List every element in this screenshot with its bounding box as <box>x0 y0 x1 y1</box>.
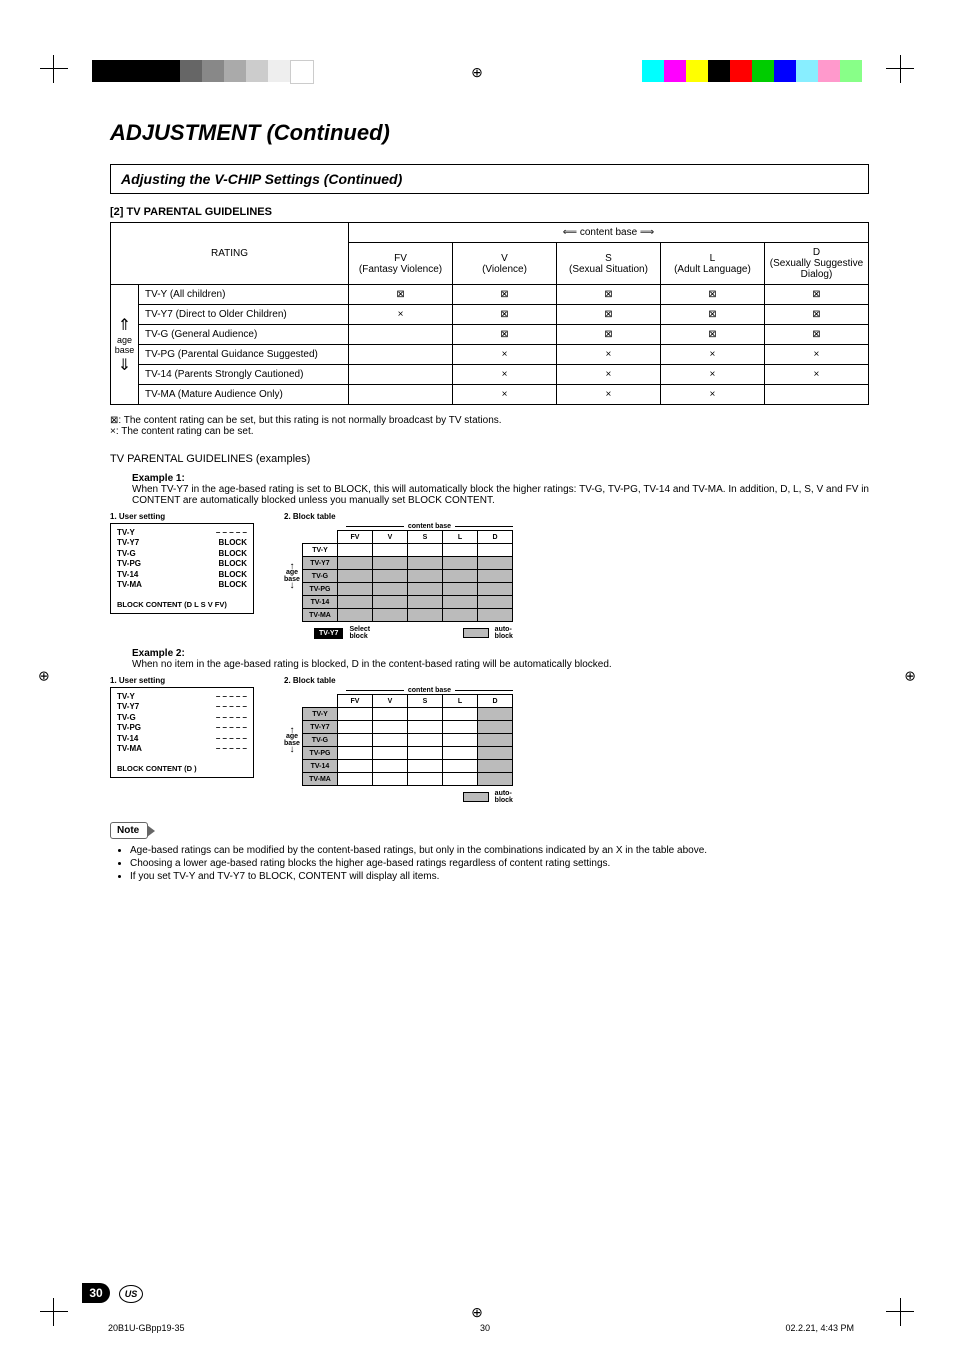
rating-cell: ⊠ <box>453 305 557 325</box>
rating-cell: ⊠ <box>453 325 557 345</box>
rating-cell: ⊠ <box>556 285 660 305</box>
rating-cell: ⊠ <box>660 285 764 305</box>
print-color-strip-left <box>92 60 314 82</box>
table-row: TV-Y7 (Direct to Older Children)×⊠⊠⊠⊠ <box>111 305 869 325</box>
note-label: Note <box>117 825 139 836</box>
rating-cell: × <box>660 345 764 365</box>
print-footer: 20B1U-GBpp19-35 30 02.2.21, 4:43 PM <box>108 1323 854 1333</box>
rating-cell <box>349 385 453 405</box>
example2-body: When no item in the age-based rating is … <box>132 659 869 670</box>
legend: ⊠: The content rating can be set, but th… <box>110 415 869 437</box>
page: ⊕ ⊕ ⊕ ⊕ ADJUSTMENT (Continued) Adjusting… <box>0 0 954 1351</box>
examples-title: TV PARENTAL GUIDELINES (examples) <box>110 453 869 465</box>
footer-file: 20B1U-GBpp19-35 <box>108 1323 185 1333</box>
legend-x: ×: The content rating can be set. <box>110 426 869 437</box>
rating-label: TV-14 (Parents Strongly Cautioned) <box>139 365 349 385</box>
notes-list: Age-based ratings can be modified by the… <box>130 845 869 882</box>
col-d: D(Sexually Suggestive Dialog) <box>764 243 868 285</box>
note-item: If you set TV-Y and TV-Y7 to BLOCK, CONT… <box>130 871 869 882</box>
rating-cell: × <box>556 385 660 405</box>
example2-label: Example 2: <box>132 648 869 659</box>
footer-timestamp: 02.2.21, 4:43 PM <box>785 1323 854 1333</box>
diag2-block-table: content base↑age base↓FVVSLDTV-YTV-Y7TV-… <box>284 687 513 804</box>
rating-label: TV-PG (Parental Guidance Suggested) <box>139 345 349 365</box>
crop-mark-icon <box>886 1298 914 1326</box>
diag1-block-table: content base↑age base↓FVVSLDTV-YTV-Y7TV-… <box>284 523 513 640</box>
content-base-text: content base <box>580 227 637 238</box>
diag1-user-title: 1. User setting <box>110 512 254 521</box>
col-v: V(Violence) <box>453 243 557 285</box>
content-base-header: ⟸ content base ⟹ <box>349 223 869 243</box>
table-row: TV-MA (Mature Audience Only)××× <box>111 385 869 405</box>
diag1-user-box: TV-Y– – – – –TV-Y7BLOCKTV-GBLOCKTV-PGBLO… <box>110 523 254 614</box>
rating-cell: × <box>453 345 557 365</box>
ratings-table: RATING ⟸ content base ⟹ FV(Fantasy Viole… <box>110 222 869 405</box>
diag2-block-title: 2. Block table <box>284 676 513 685</box>
footer-page: 30 <box>480 1323 490 1333</box>
rating-cell <box>349 325 453 345</box>
note-badge: Note <box>110 822 148 839</box>
col-l: L(Adult Language) <box>660 243 764 285</box>
registration-mark-icon: ⊕ <box>471 1304 483 1321</box>
rating-cell: ⊠ <box>764 285 868 305</box>
rating-label: TV-G (General Audience) <box>139 325 349 345</box>
table-row: TV-14 (Parents Strongly Cautioned)×××× <box>111 365 869 385</box>
note-item: Choosing a lower age-based rating blocks… <box>130 858 869 869</box>
rating-cell: ⊠ <box>660 305 764 325</box>
page-title: ADJUSTMENT (Continued) <box>110 120 869 146</box>
example2-diagram: 1. User setting TV-Y– – – – –TV-Y7– – – … <box>110 676 869 804</box>
diag2-user-title: 1. User setting <box>110 676 254 685</box>
note-item: Age-based ratings can be modified by the… <box>130 845 869 856</box>
crop-mark-icon <box>886 55 914 83</box>
rating-cell: ⊠ <box>556 305 660 325</box>
registration-mark-icon: ⊕ <box>471 64 483 81</box>
page-number-badge: 30 <box>82 1283 110 1303</box>
rating-label: TV-Y7 (Direct to Older Children) <box>139 305 349 325</box>
table-row: ⇑age base⇓TV-Y (All children)⊠⊠⊠⊠⊠ <box>111 285 869 305</box>
example1-body: When TV-Y7 in the age-based rating is se… <box>132 484 869 506</box>
rating-cell: ⊠ <box>764 325 868 345</box>
rating-cell <box>349 345 453 365</box>
rating-cell: ⊠ <box>660 325 764 345</box>
example1-diagram: 1. User setting TV-Y– – – – –TV-Y7BLOCKT… <box>110 512 869 640</box>
example1-label: Example 1: <box>132 473 869 484</box>
rating-cell: ⊠ <box>764 305 868 325</box>
rating-label: TV-Y (All children) <box>139 285 349 305</box>
col-s: S(Sexual Situation) <box>556 243 660 285</box>
rating-label: TV-MA (Mature Audience Only) <box>139 385 349 405</box>
legend-box: ⊠: The content rating can be set, but th… <box>110 415 869 426</box>
rating-cell: ⊠ <box>556 325 660 345</box>
rating-cell <box>349 365 453 385</box>
diag2-user-box: TV-Y– – – – –TV-Y7– – – – –TV-G– – – – –… <box>110 687 254 778</box>
page-footer: 30 US <box>82 1283 143 1303</box>
table-row: TV-G (General Audience)⊠⊠⊠⊠ <box>111 325 869 345</box>
rating-cell: × <box>556 345 660 365</box>
col-fv: FV(Fantasy Violence) <box>349 243 453 285</box>
age-base-cell: ⇑age base⇓ <box>111 285 139 405</box>
rating-cell: ⊠ <box>349 285 453 305</box>
rating-cell: × <box>764 365 868 385</box>
content-area: ADJUSTMENT (Continued) Adjusting the V-C… <box>110 120 869 884</box>
rating-cell: ⊠ <box>453 285 557 305</box>
section-heading: Adjusting the V-CHIP Settings (Continued… <box>110 164 869 194</box>
table-row: TV-PG (Parental Guidance Suggested)×××× <box>111 345 869 365</box>
rating-cell: × <box>453 365 557 385</box>
registration-mark-icon: ⊕ <box>38 667 50 684</box>
crop-mark-icon <box>40 55 68 83</box>
print-color-strip-right <box>642 60 862 82</box>
rating-cell: × <box>556 365 660 385</box>
rating-header: RATING <box>111 223 349 285</box>
rating-cell: × <box>349 305 453 325</box>
rating-cell: × <box>660 385 764 405</box>
rating-cell <box>764 385 868 405</box>
subsection-label: [2] TV PARENTAL GUIDELINES <box>110 206 869 218</box>
region-badge: US <box>119 1285 143 1303</box>
rating-cell: × <box>453 385 557 405</box>
registration-mark-icon: ⊕ <box>904 667 916 684</box>
crop-mark-icon <box>40 1298 68 1326</box>
rating-cell: × <box>660 365 764 385</box>
diag1-block-title: 2. Block table <box>284 512 513 521</box>
rating-cell: × <box>764 345 868 365</box>
